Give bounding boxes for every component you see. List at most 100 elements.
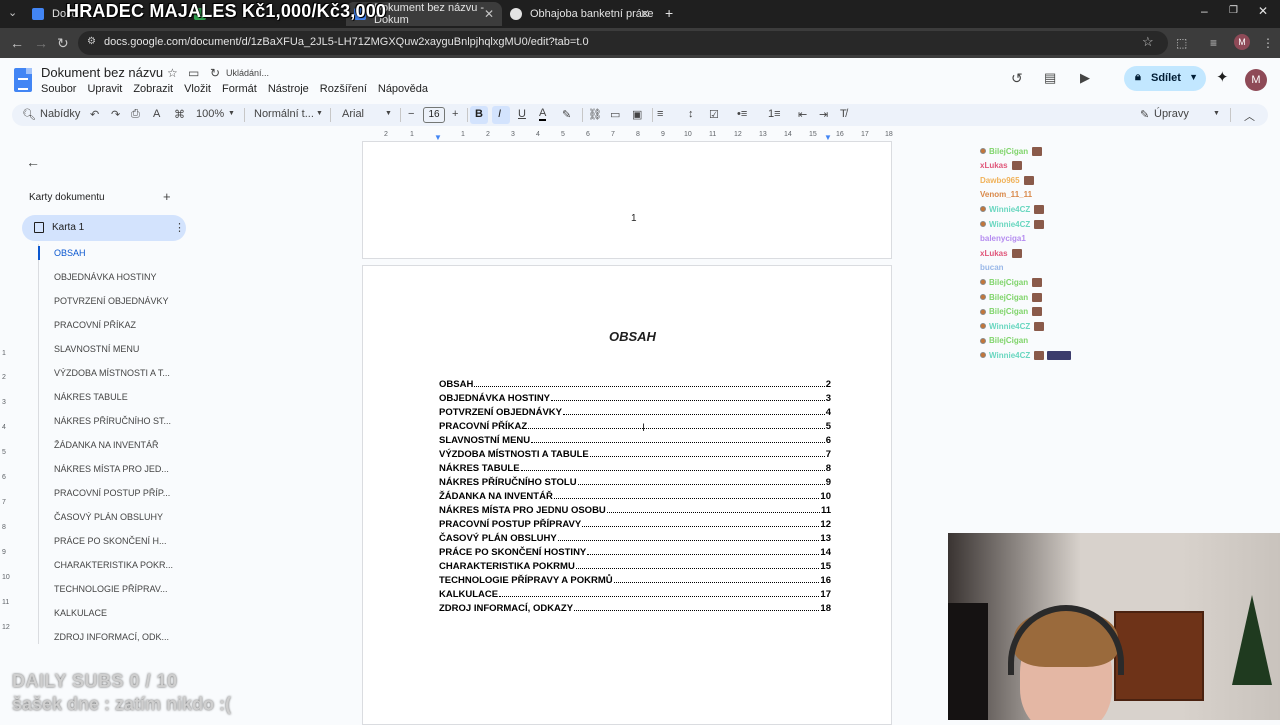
link-icon[interactable]: ⛓	[588, 108, 602, 121]
menu-edit[interactable]: Upravit	[87, 83, 122, 95]
bookmark-star-icon[interactable]: ☆	[1142, 34, 1154, 50]
add-tab-icon[interactable]: +	[163, 189, 171, 204]
toc-entry[interactable]: NÁKRES PŘÍRUČNÍHO STOLU 9	[439, 474, 831, 488]
menu-tools[interactable]: Nástroje	[268, 83, 309, 95]
indent-marker-icon[interactable]: ▼	[434, 133, 442, 142]
paint-format-icon[interactable]: ⌘	[174, 108, 185, 121]
extensions-icon[interactable]: ⬚	[1176, 35, 1187, 51]
comments-icon[interactable]: ▤	[1044, 70, 1056, 86]
toc-entry[interactable]: ČASOVÝ PLÁN OBSLUHY 13	[439, 530, 831, 544]
sidebar-tab-karta-1[interactable]: Karta 1 ⋮	[22, 215, 186, 241]
close-window-icon[interactable]: ✕	[1258, 4, 1268, 18]
menu-extensions[interactable]: Rozšíření	[320, 83, 367, 95]
checklist-icon[interactable]: ☑	[709, 108, 719, 121]
editing-mode-select[interactable]: Úpravy	[1154, 108, 1189, 120]
search-icon[interactable]: 🔍︎	[22, 108, 36, 121]
toc-entry[interactable]: ZDROJ INFORMACÍ, ODKAZY 18	[439, 600, 831, 614]
comment-icon[interactable]: ▭	[610, 108, 620, 121]
outline-item[interactable]: PRACOVNÍ PŘÍKAZ	[54, 320, 136, 330]
browser-menu-icon[interactable]: ⋮	[1262, 35, 1274, 51]
redo-icon[interactable]: ↷	[111, 108, 120, 121]
document-title[interactable]: Dokument bez názvu	[41, 65, 163, 80]
decrease-font-icon[interactable]: −	[408, 108, 414, 120]
style-select[interactable]: Normální t...	[254, 108, 314, 120]
print-icon[interactable]: ⎙	[131, 108, 140, 121]
close-tab-icon[interactable]: ✕	[640, 7, 650, 21]
font-size-input[interactable]: 16	[423, 107, 445, 123]
outline-item[interactable]: VÝZDOBA MÍSTNOSTI A T...	[54, 368, 170, 378]
right-indent-marker-icon[interactable]: ▼	[824, 133, 832, 142]
zoom-select[interactable]: 100%	[196, 108, 224, 120]
horizontal-ruler[interactable]: 2 1 ▼ 1 2 3 4 5 6 7 8 9 10 11 12 13 14 1…	[362, 130, 893, 142]
outline-item[interactable]: SLAVNOSTNÍ MENU	[54, 344, 139, 354]
menu-help[interactable]: Nápověda	[378, 83, 428, 95]
toc-entry[interactable]: PRÁCE PO SKONČENÍ HOSTINY 14	[439, 544, 831, 558]
numbered-list-icon[interactable]: 1≡	[768, 108, 781, 120]
toc-entry[interactable]: PRACOVNÍ PŘÍKAZ 5	[439, 418, 831, 432]
toc-entry[interactable]: NÁKRES TABULE 8	[439, 460, 831, 474]
spellcheck-icon[interactable]: A	[153, 108, 160, 120]
docs-logo-icon[interactable]	[14, 68, 32, 92]
address-bar[interactable]: ⚙ docs.google.com/document/d/1zBaXFUa_2J…	[78, 31, 1168, 55]
increase-font-icon[interactable]: +	[452, 108, 458, 120]
share-button[interactable]: 🔒︎ Sdílet ▼	[1124, 66, 1206, 91]
menu-view[interactable]: Zobrazit	[133, 83, 173, 95]
reload-icon[interactable]: ↻	[57, 35, 69, 51]
toc-entry[interactable]: SLAVNOSTNÍ MENU 6	[439, 432, 831, 446]
profile-avatar[interactable]: M	[1234, 34, 1250, 50]
outline-item[interactable]: OBSAH	[54, 248, 86, 258]
forward-icon[interactable]: →	[34, 35, 48, 51]
outline-item[interactable]: PRÁCE PO SKONČENÍ H...	[54, 536, 167, 546]
star-icon[interactable]: ☆	[167, 66, 178, 80]
outline-item[interactable]: ŽÁDANKA NA INVENTÁŘ	[54, 440, 159, 450]
toc-entry[interactable]: NÁKRES MÍSTA PRO JEDNU OSOBU 11	[439, 502, 831, 516]
outline-item[interactable]: NÁKRES TABULE	[54, 392, 128, 402]
back-icon[interactable]: ←	[10, 35, 24, 51]
outline-item[interactable]: NÁKRES PŘÍRUČNÍHO ST...	[54, 416, 171, 426]
browser-tab-obhajoba[interactable]: Obhajoba banketní práce ✕	[502, 2, 658, 26]
bullet-list-icon[interactable]: •≡	[737, 108, 747, 120]
vertical-ruler[interactable]: 1 2 3 4 5 6 7 8 9 10 11 12	[0, 146, 10, 720]
new-tab-icon[interactable]: +	[665, 5, 673, 21]
menu-file[interactable]: Soubor	[41, 83, 76, 95]
toc-entry[interactable]: KALKULACE 17	[439, 586, 831, 600]
outline-item[interactable]: ČASOVÝ PLÁN OBSLUHY	[54, 512, 163, 522]
bold-icon[interactable]: B	[475, 108, 483, 120]
toc-entry[interactable]: ŽÁDANKA NA INVENTÁŘ 10	[439, 488, 831, 502]
document-page[interactable]: OBSAH OBSAH 2 OBJEDNÁVKA HOSTINY 3 POTVRZENÍ…	[362, 265, 892, 725]
clear-format-icon[interactable]: T̸	[840, 108, 847, 120]
toc-entry[interactable]: VÝZDOBA MÍSTNOSTI A TABULE 7	[439, 446, 831, 460]
outline-item[interactable]: PRACOVNÍ POSTUP PŘÍP...	[54, 488, 170, 498]
outline-item[interactable]: OBJEDNÁVKA HOSTINY	[54, 272, 157, 282]
toc-entry[interactable]: OBSAH 2	[439, 376, 831, 390]
gemini-icon[interactable]: ✦	[1216, 68, 1229, 86]
document-page[interactable]: 1	[362, 142, 892, 259]
undo-icon[interactable]: ↶	[90, 108, 99, 121]
history-icon[interactable]: ↺	[1011, 70, 1023, 87]
align-icon[interactable]: ≡	[657, 108, 663, 120]
close-tab-icon[interactable]: ✕	[484, 7, 494, 21]
outline-item[interactable]: CHARAKTERISTIKA POKR...	[54, 560, 173, 570]
text-color-icon[interactable]: A	[539, 108, 547, 121]
image-icon[interactable]: ▣	[632, 108, 642, 121]
reading-list-icon[interactable]: ≡	[1210, 35, 1217, 51]
toc-entry[interactable]: OBJEDNÁVKA HOSTINY 3	[439, 390, 831, 404]
tab-search-icon[interactable]: ⌄	[8, 6, 17, 19]
increase-indent-icon[interactable]: ⇥	[819, 108, 828, 121]
back-arrow-icon[interactable]: ←	[26, 154, 40, 170]
toc-entry[interactable]: CHARAKTERISTIKA POKRMU 15	[439, 558, 831, 572]
toc-entry[interactable]: PRACOVNÍ POSTUP PŘÍPRAVY 12	[439, 516, 831, 530]
collapse-menus-icon[interactable]: ︿	[1244, 108, 1255, 124]
chevron-down-icon[interactable]: ▼	[1189, 72, 1198, 82]
meet-icon[interactable]: ▶	[1080, 70, 1090, 86]
move-folder-icon[interactable]: ▭	[188, 66, 199, 80]
more-options-icon[interactable]: ⋮	[174, 221, 185, 234]
toc-entry[interactable]: POTVRZENÍ OBJEDNÁVKY 4	[439, 404, 831, 418]
italic-icon[interactable]: I	[498, 108, 501, 120]
highlight-icon[interactable]: ✎	[562, 108, 571, 121]
account-avatar[interactable]: M	[1245, 69, 1267, 91]
line-spacing-icon[interactable]: ↕	[688, 108, 694, 120]
outline-item[interactable]: NÁKRES MÍSTA PRO JED...	[54, 464, 169, 474]
menu-search[interactable]: Nabídky	[40, 108, 80, 120]
menu-format[interactable]: Formát	[222, 83, 257, 95]
